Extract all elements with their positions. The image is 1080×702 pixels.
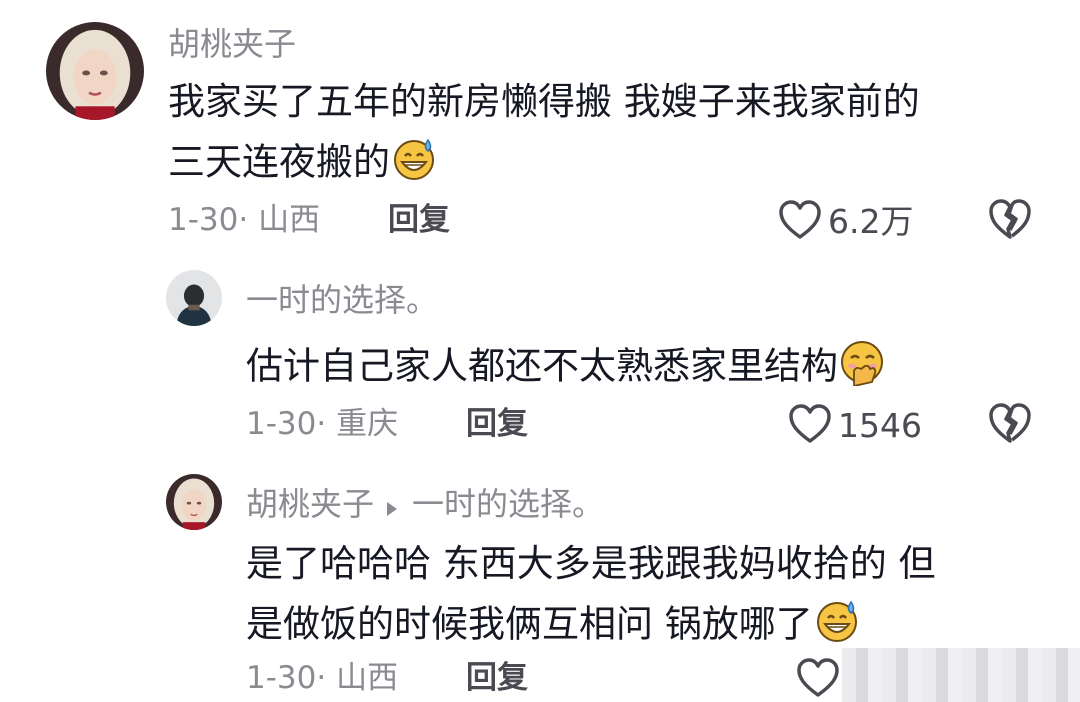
comment-text-line: 我家买了五年的新房懒得搬 我嫂子来我家前的 <box>168 80 920 123</box>
heart-outline-icon <box>788 404 832 448</box>
avatar[interactable] <box>166 474 222 530</box>
reply-button[interactable]: 回复 <box>466 658 528 698</box>
reply-to-username[interactable]: 一时的选择。 <box>412 485 604 523</box>
heart-outline-icon <box>796 658 840 702</box>
comment-username[interactable]: 胡桃夹子 <box>168 24 296 64</box>
grinning-sweat-emoji <box>813 596 861 656</box>
comment-text-line: 是做饭的时候我俩互相问 锅放哪了 <box>246 596 861 656</box>
comment-username-row: 胡桃夹子 一时的选择。 <box>246 484 604 526</box>
broken-heart-icon <box>988 403 1032 449</box>
like-button[interactable]: 6.2万 <box>778 200 913 244</box>
comment-text: 估计自己家人都还不太熟悉家里结构 <box>246 344 838 388</box>
heart-outline-icon <box>778 200 822 244</box>
like-count: 1546 <box>838 406 922 445</box>
like-count: 6.2万 <box>828 202 914 241</box>
reply-button[interactable]: 回复 <box>466 404 528 444</box>
comment-text-line: 三天连夜搬的 <box>168 134 438 194</box>
reply-button[interactable]: 回复 <box>388 200 450 240</box>
comment-text-line: 估计自己家人都还不太熟悉家里结构 <box>246 338 888 398</box>
comment-date-location: 1-30· 山西 <box>246 660 399 696</box>
avatar[interactable] <box>46 22 144 120</box>
comment-text-line: 是了哈哈哈 东西大多是我跟我妈收拾的 但 <box>246 542 936 585</box>
comment-date-location: 1-30· 山西 <box>168 202 321 238</box>
like-button[interactable] <box>796 658 840 702</box>
broken-heart-icon <box>988 199 1032 245</box>
comment-date-location: 1-30· 重庆 <box>246 406 399 442</box>
comment-username[interactable]: 一时的选择。 <box>246 280 438 320</box>
hand-over-mouth-emoji <box>838 338 888 398</box>
like-button[interactable]: 1546 <box>788 404 922 448</box>
dislike-button[interactable] <box>988 199 1032 245</box>
comment-text: 三天连夜搬的 <box>168 140 390 184</box>
avatar[interactable] <box>166 270 222 326</box>
comment-text: 是做饭的时候我俩互相问 锅放哪了 <box>246 602 813 646</box>
watermark-blur <box>842 648 1080 702</box>
triangle-right-icon <box>386 486 398 526</box>
grinning-sweat-emoji <box>390 134 438 194</box>
dislike-button[interactable] <box>988 403 1032 449</box>
comment-username[interactable]: 胡桃夹子 <box>246 485 374 523</box>
